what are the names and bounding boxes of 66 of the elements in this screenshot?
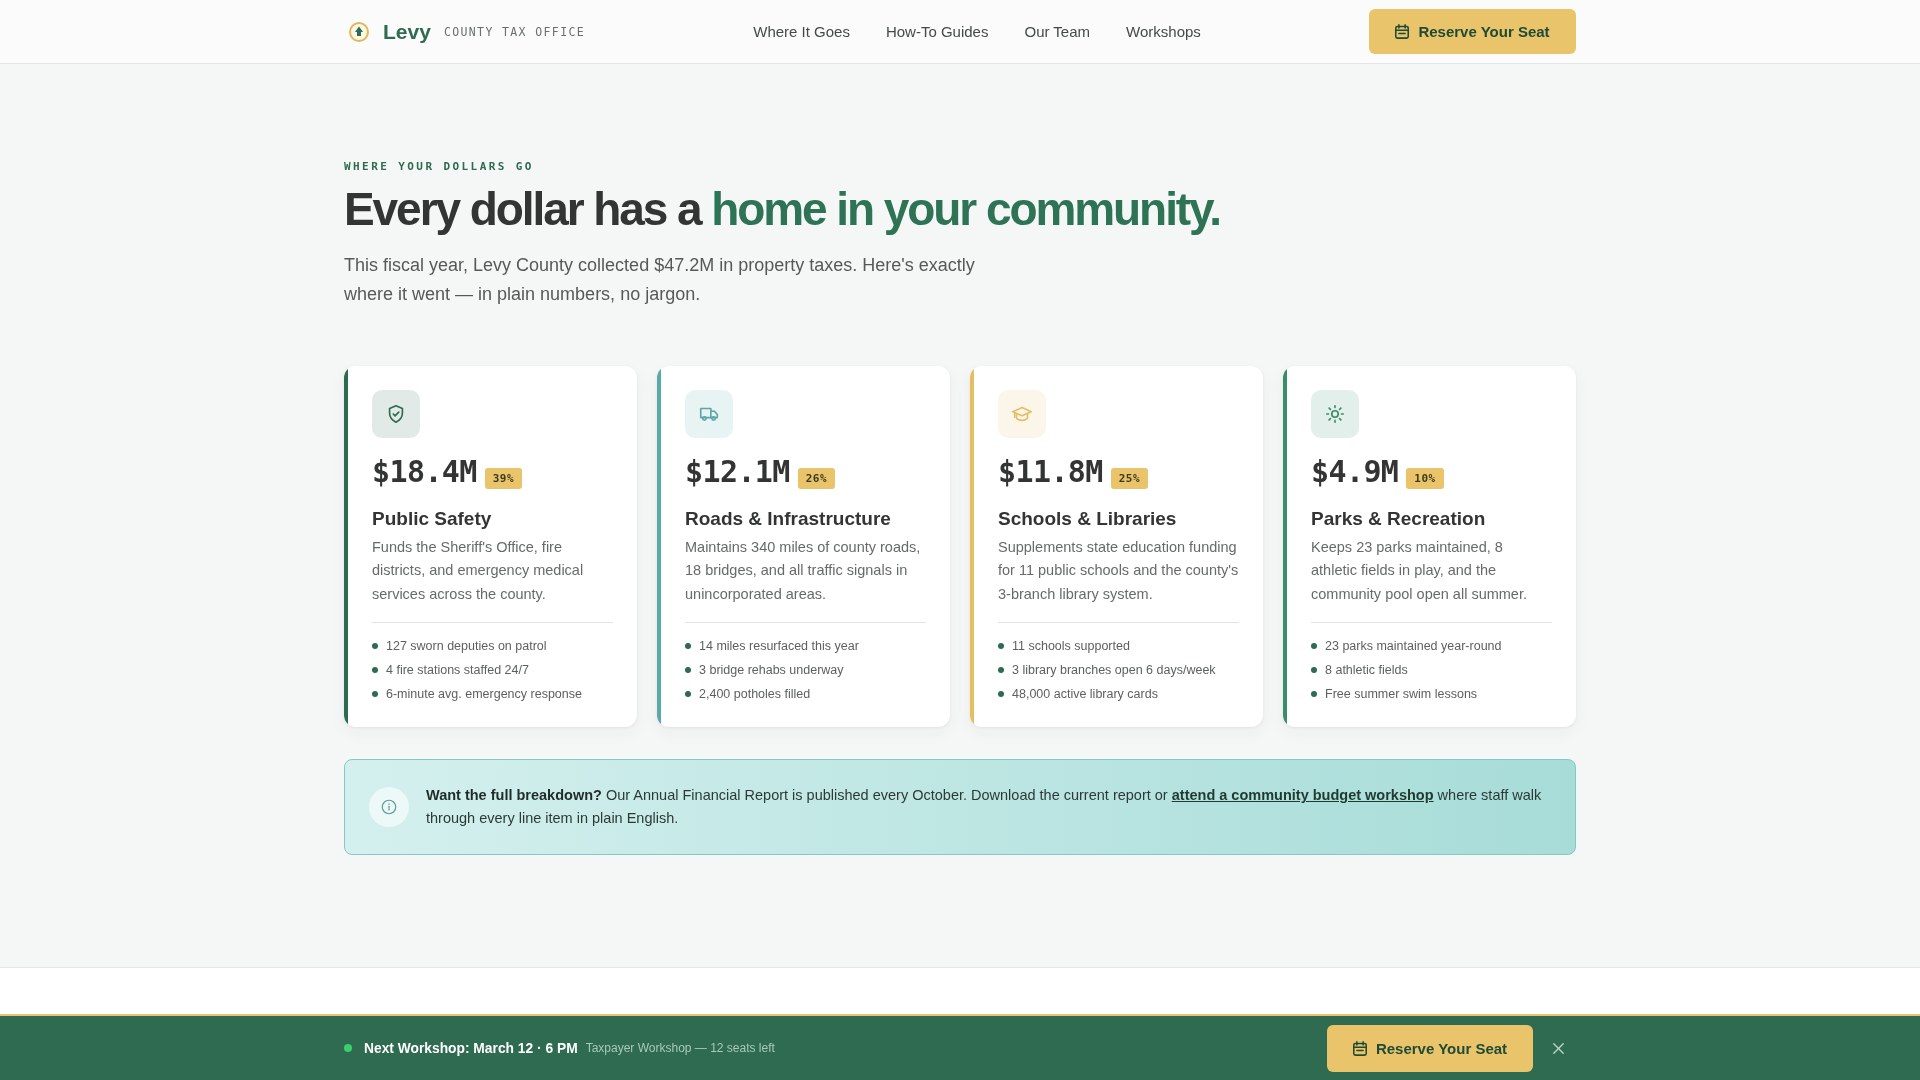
fact-text: 2,400 potholes filled [699,687,811,702]
bullet-icon [372,667,378,674]
nav-link[interactable]: Our Team [1024,23,1091,40]
bullet-icon [998,667,1004,674]
section-eyebrow: WHERE YOUR DOLLARS GO [344,160,535,174]
bullet-icon [1311,667,1317,674]
fact-text: 127 sworn deputies on patrol [386,639,547,654]
calendar-icon [1352,1040,1367,1056]
share-badge: 10% [1406,467,1444,489]
nav-link[interactable]: Workshops [1126,23,1201,40]
share-badge: 25% [1110,467,1148,489]
brand-name[interactable]: Levy [383,19,431,44]
shield-check-icon [372,389,420,438]
live-dot-icon [344,1044,352,1052]
fact-text: 3 library branches open 6 days/week [1012,663,1216,678]
fact-text: Free summer swim lessons [1325,687,1478,702]
calendar-icon [1395,24,1410,39]
category-title: Roads & Infrastructure [685,506,892,531]
nav-link[interactable]: Where It Goes [753,23,850,40]
bullet-icon [1311,691,1317,698]
bullet-icon [372,643,378,650]
fact-text: 11 schools supported [1012,639,1130,654]
hero-intro: This fiscal year, Levy County collected $47.2M in property taxes. Here's exactly where it went — in plain numbers, no jargon. [344,253,976,306]
workshop-title: Next Workshop: March 12 · 6 PM [364,1040,578,1056]
bullet-icon [998,643,1004,650]
share-badge: 26% [797,467,835,489]
hero-headline: Every dollar has a home in your community. [344,184,1221,235]
amount-value: $11.8M [998,453,1103,490]
bullet-icon [685,643,691,650]
sun-icon [1311,389,1359,438]
amount-value: $4.9M [1311,453,1399,490]
fact-text: 4 fire stations staffed 24/7 [386,663,529,678]
fact-text: 8 athletic fields [1325,663,1408,678]
close-button[interactable] [1553,1042,1564,1054]
bullet-icon [372,691,378,698]
share-badge: 39% [484,467,522,489]
category-description: Funds the Sheriff's Office, fire districts, and emergency medical services across the county. [372,535,613,624]
reserve-seat-button[interactable]: Reserve Your Seat [1327,1024,1533,1072]
amount-value: $12.1M [685,453,790,490]
category-description: Supplements state education funding for 11 public schools and the county's 3-branch library system. [998,535,1239,624]
fact-text: 23 parks maintained year-round [1325,639,1502,654]
workshop-link[interactable]: attend a community budget workshop [1171,787,1434,804]
category-title: Schools & Libraries [998,506,1178,531]
nav-link[interactable]: How-To Guides [885,23,989,40]
fact-text: 48,000 active library cards [1012,687,1158,702]
brand-tagline: COUNTY TAX OFFICE [443,24,586,39]
category-description: Maintains 340 miles of county roads, 18 bridges, and all traffic signals in unincorporated areas. [685,535,926,624]
category-title: Parks & Recreation [1311,506,1487,531]
bullet-icon [685,691,691,698]
amount-value: $18.4M [372,453,477,490]
bullet-icon [1311,643,1317,650]
info-text: Want the full breakdown? Our Annual Financial Report is published every October. Download the current report or attend a community budget workshop where staff walk through every line item in plain English. [426,786,1543,829]
info-icon [369,787,409,828]
close-icon [1553,1042,1564,1054]
logo-icon [349,21,369,42]
bullet-icon [998,691,1004,698]
category-description: Keeps 23 parks maintained, 8 athletic fields in play, and the community pool open all summer. [1311,535,1552,624]
truck-icon [685,389,733,438]
workshop-detail: Taxpayer Workshop — 12 seats left [585,1041,775,1055]
graduation-cap-icon [998,389,1046,438]
fact-text: 14 miles resurfaced this year [699,639,859,654]
reserve-seat-button[interactable]: Reserve Your Seat [1369,9,1576,54]
fact-text: 3 bridge rehabs underway [699,663,844,678]
bullet-icon [685,667,691,674]
category-title: Public Safety [372,506,493,531]
fact-text: 6-minute avg. emergency response [386,687,582,702]
